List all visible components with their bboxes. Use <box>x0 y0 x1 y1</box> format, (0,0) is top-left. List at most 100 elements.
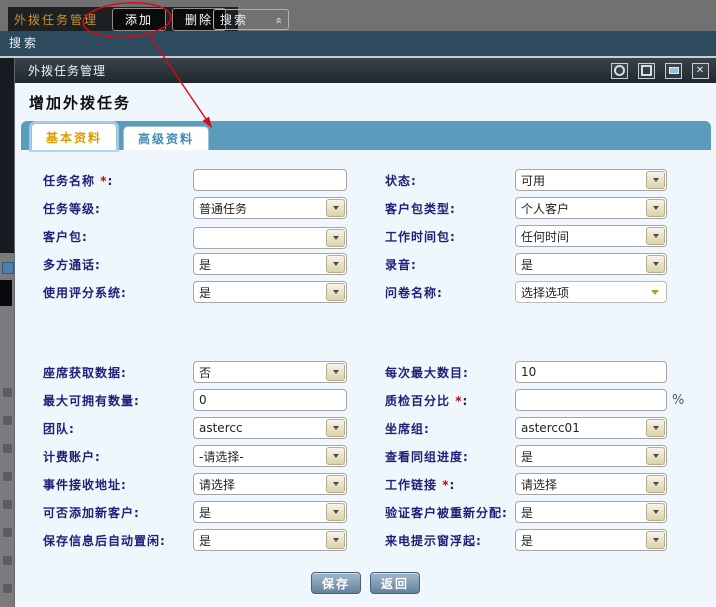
max-per-fetch-label: 每次最大数目: <box>385 364 515 381</box>
allow-add-customer-dropdown[interactable]: 是 <box>193 501 347 523</box>
agent-group-label: 坐席组: <box>385 420 515 437</box>
save-button[interactable]: 保存 <box>311 572 361 594</box>
module-tab-outbound-task[interactable]: 外拨任务管理 添加 删除 <box>8 7 238 31</box>
task-level-label: 任务等级: <box>43 200 193 217</box>
multiparty-call-label: 多方通话: <box>43 256 193 273</box>
add-outbound-task-dialog: 外拨任务管理 ✕ 增加外拨任务 基本资料 高级资料 任务名称 *: 状态: 可用… <box>14 58 716 607</box>
window-controls: ✕ <box>611 63 709 79</box>
auto-idle-after-save-dropdown[interactable]: 是 <box>193 529 347 551</box>
form-row: 最大可拥有数量: 质检百分比 *: % <box>15 386 716 414</box>
tab-advanced-info[interactable]: 高级资料 <box>123 126 209 150</box>
search-toggle-label: 搜索 <box>220 11 248 28</box>
dialog-titlebar[interactable]: 外拨任务管理 ✕ <box>15 58 716 83</box>
task-name-label: 任务名称 *: <box>43 172 193 189</box>
module-tab-label: 外拨任务管理 <box>14 11 98 28</box>
chevron-down-icon[interactable] <box>326 447 345 465</box>
percent-suffix: % <box>672 393 684 408</box>
chevron-down-icon[interactable] <box>646 447 665 465</box>
chevron-down-icon[interactable] <box>326 531 345 549</box>
background-file-icon <box>2 262 14 274</box>
chevron-down-icon[interactable] <box>646 255 665 273</box>
maximize-icon[interactable] <box>638 63 655 79</box>
chevron-down-icon[interactable] <box>326 255 345 273</box>
close-icon[interactable]: ✕ <box>692 63 709 79</box>
scoring-system-label: 使用评分系统: <box>43 284 193 301</box>
background-phone-icon <box>0 280 12 306</box>
tab-basic-info[interactable]: 基本资料 <box>31 123 117 150</box>
page-title: 增加外拨任务 <box>29 92 716 113</box>
status-label: 状态: <box>385 172 515 189</box>
background-table-strip <box>0 58 14 607</box>
chevron-down-icon[interactable] <box>326 503 345 521</box>
collapse-glyph <box>614 65 625 76</box>
chevron-down-icon[interactable] <box>646 199 665 217</box>
verify-reassign-label: 验证客户被重新分配: <box>385 504 515 521</box>
verify-reassign-dropdown[interactable]: 是 <box>515 501 667 523</box>
max-per-fetch-input[interactable] <box>515 361 667 383</box>
customer-package-type-label: 客户包类型: <box>385 200 515 217</box>
search-toggle-button[interactable]: 搜索 « <box>213 9 289 30</box>
allow-add-customer-label: 可否添加新客户: <box>43 504 193 521</box>
view-group-progress-dropdown[interactable]: 是 <box>515 445 667 467</box>
qc-percent-input[interactable] <box>515 389 667 411</box>
close-glyph: ✕ <box>696 66 705 76</box>
form-section-gap <box>15 306 716 358</box>
chevron-down-icon[interactable] <box>646 531 665 549</box>
form-row: 多方通话: 是 录音: 是 <box>15 250 716 278</box>
agent-group-dropdown[interactable]: astercc01 <box>515 417 667 439</box>
chevron-down-icon[interactable] <box>326 419 345 437</box>
multiparty-call-dropdown[interactable]: 是 <box>193 253 347 275</box>
survey-name-select[interactable]: 选择选项 <box>515 281 667 303</box>
task-name-input[interactable] <box>193 169 347 191</box>
customer-package-type-dropdown[interactable]: 个人客户 <box>515 197 667 219</box>
minimize-icon[interactable] <box>665 63 682 79</box>
survey-name-label: 问卷名称: <box>385 284 515 301</box>
event-url-dropdown[interactable]: 请选择 <box>193 473 347 495</box>
search-section-bar: 搜索 <box>0 31 716 56</box>
worktime-package-dropdown[interactable]: 任何时间 <box>515 225 667 247</box>
billing-account-dropdown[interactable]: -请选择- <box>193 445 347 467</box>
worktime-package-label: 工作时间包: <box>385 228 515 245</box>
qc-percent-label: 质检百分比 *: <box>385 392 515 409</box>
chevron-down-icon[interactable] <box>646 503 665 521</box>
chevron-down-icon[interactable] <box>646 475 665 493</box>
max-own-count-input[interactable] <box>193 389 347 411</box>
minimize-glyph <box>669 67 679 74</box>
team-dropdown[interactable]: astercc <box>193 417 347 439</box>
form-row: 事件接收地址: 请选择 工作链接 *: 请选择 <box>15 470 716 498</box>
task-level-dropdown[interactable]: 普通任务 <box>193 197 347 219</box>
dialog-title: 外拨任务管理 <box>28 62 106 79</box>
agent-fetch-data-dropdown[interactable]: 否 <box>193 361 347 383</box>
auto-idle-after-save-label: 保存信息后自动置闲: <box>43 532 193 549</box>
chevron-down-icon[interactable] <box>326 199 345 217</box>
collapse-icon[interactable] <box>611 63 628 79</box>
tab-strip: 基本资料 高级资料 <box>21 121 711 150</box>
form-row: 客户包: 工作时间包: 任何时间 <box>15 222 716 250</box>
chevron-down-icon[interactable] <box>326 283 345 301</box>
form-row: 保存信息后自动置闲: 是 来电提示窗浮起: 是 <box>15 526 716 554</box>
search-section-label: 搜索 <box>9 36 39 50</box>
view-group-progress-label: 查看同组进度: <box>385 448 515 465</box>
work-link-dropdown[interactable]: 请选择 <box>515 473 667 495</box>
chevron-down-icon[interactable] <box>646 419 665 437</box>
chevron-down-icon[interactable] <box>326 229 345 247</box>
chevron-down-icon[interactable] <box>326 363 345 381</box>
customer-package-label: 客户包: <box>43 228 193 245</box>
recording-label: 录音: <box>385 256 515 273</box>
scoring-system-dropdown[interactable]: 是 <box>193 281 347 303</box>
add-button[interactable]: 添加 <box>112 8 166 31</box>
chevron-down-icon[interactable] <box>646 171 665 189</box>
chevron-down-icon[interactable] <box>326 475 345 493</box>
recording-dropdown[interactable]: 是 <box>515 253 667 275</box>
customer-package-dropdown[interactable] <box>193 227 347 249</box>
form-row: 计费账户: -请选择- 查看同组进度: 是 <box>15 442 716 470</box>
agent-fetch-data-label: 座席获取数据: <box>43 364 193 381</box>
max-own-count-label: 最大可拥有数量: <box>43 392 193 409</box>
chevron-down-icon[interactable] <box>646 227 665 245</box>
popup-on-call-dropdown[interactable]: 是 <box>515 529 667 551</box>
status-dropdown[interactable]: 可用 <box>515 169 667 191</box>
task-form: 任务名称 *: 状态: 可用 任务等级: 普通任务 客户包类型: 个人客户 客户… <box>15 150 716 594</box>
top-toolbar: 外拨任务管理 添加 删除 搜索 « <box>0 0 716 31</box>
back-button[interactable]: 返回 <box>370 572 420 594</box>
billing-account-label: 计费账户: <box>43 448 193 465</box>
